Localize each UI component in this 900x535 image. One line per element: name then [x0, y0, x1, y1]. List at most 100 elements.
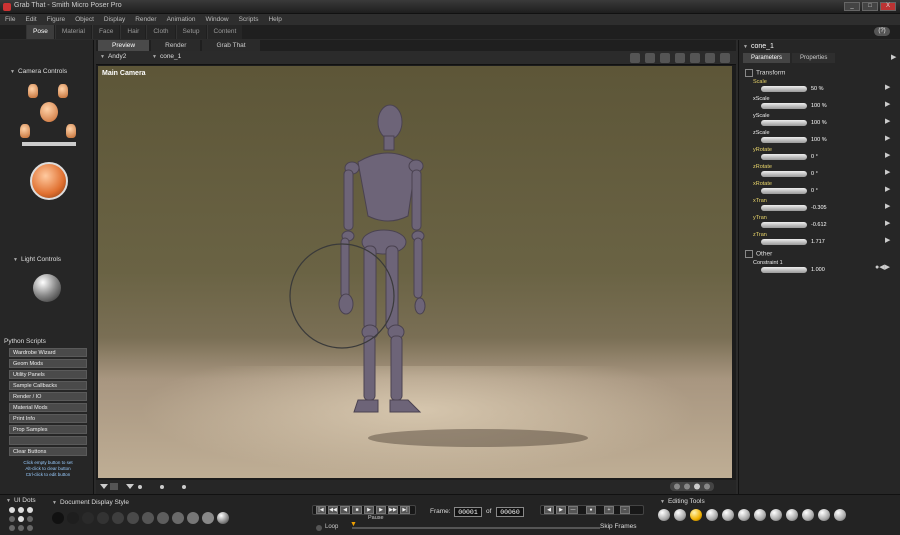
- param-menu-arrow-icon[interactable]: ▶: [885, 151, 890, 159]
- actor-select[interactable]: cone_1: [152, 53, 181, 60]
- tab-grab-that[interactable]: Grab That: [202, 40, 260, 51]
- ui-dots-grid[interactable]: [8, 506, 38, 532]
- current-frame-input[interactable]: 00001: [454, 507, 482, 517]
- display-style-texture-shaded-icon[interactable]: [202, 512, 214, 524]
- param-menu-arrow-icon[interactable]: ▶: [885, 236, 890, 244]
- param-dial[interactable]: [761, 120, 807, 126]
- grid-icon[interactable]: [705, 53, 715, 63]
- figure-select[interactable]: Andy2: [100, 53, 126, 60]
- param-dial[interactable]: [761, 205, 807, 211]
- scale-tool-icon[interactable]: [722, 509, 734, 521]
- camera-trackball-icon[interactable]: [30, 162, 68, 200]
- dot-icon[interactable]: [182, 485, 186, 489]
- camera-hand-icon[interactable]: [58, 84, 68, 98]
- menu-animation[interactable]: Animation: [167, 14, 196, 25]
- rotate-tool-icon[interactable]: [658, 509, 670, 521]
- tab-parameters[interactable]: Parameters: [743, 53, 791, 63]
- next-keyframe-button[interactable]: ▶: [556, 506, 566, 514]
- tab-hair[interactable]: Hair: [120, 25, 146, 39]
- param-menu-arrow-icon[interactable]: ▶: [885, 83, 890, 91]
- param-dial[interactable]: [761, 267, 807, 273]
- camera-controls-widget[interactable]: [18, 80, 78, 212]
- view-magnifier-tool-icon[interactable]: [802, 509, 814, 521]
- wireframe-icon[interactable]: [690, 53, 700, 63]
- menu-edit[interactable]: Edit: [25, 14, 36, 25]
- next-key-button[interactable]: ▶▶: [388, 506, 398, 514]
- menu-figure[interactable]: Figure: [47, 14, 65, 25]
- previous-key-button[interactable]: ◀◀: [328, 506, 338, 514]
- camera-left-hand-icon[interactable]: [20, 124, 30, 138]
- ui-dot-icon[interactable]: [18, 516, 24, 522]
- menu-file[interactable]: File: [5, 14, 15, 25]
- camera-hand-icon[interactable]: [28, 84, 38, 98]
- param-value[interactable]: -0.305: [811, 205, 827, 211]
- param-dial[interactable]: [761, 137, 807, 143]
- translate-in-out-tool-icon[interactable]: [706, 509, 718, 521]
- menu-object[interactable]: Object: [75, 14, 94, 25]
- param-value[interactable]: 1.000: [811, 267, 825, 273]
- script-button-render-io[interactable]: Render / IO: [9, 392, 87, 401]
- param-dial[interactable]: [761, 188, 807, 194]
- view-dot-icon[interactable]: [674, 483, 680, 490]
- display-style-flat-shaded-icon[interactable]: [127, 512, 139, 524]
- maximize-button[interactable]: □: [862, 2, 878, 11]
- stop-button[interactable]: ■: [352, 506, 362, 514]
- tab-setup[interactable]: Setup: [175, 25, 206, 39]
- help-button[interactable]: (?): [874, 27, 890, 36]
- param-menu-arrow-icon[interactable]: ▶: [885, 185, 890, 193]
- edit-keyframes-button[interactable]: —: [568, 506, 578, 514]
- camera-right-hand-icon[interactable]: [66, 124, 76, 138]
- actor-title[interactable]: cone_1: [743, 43, 774, 50]
- shadow-icon[interactable]: [660, 53, 670, 63]
- constraint-link-icon[interactable]: ●◀▶: [875, 263, 890, 271]
- viewport-menu-icon[interactable]: [720, 53, 730, 63]
- translate-tool-icon[interactable]: [690, 509, 702, 521]
- param-dial[interactable]: [761, 86, 807, 92]
- param-menu-arrow-icon[interactable]: ▶: [885, 168, 890, 176]
- dropdown-icon[interactable]: [100, 484, 108, 489]
- dot-icon[interactable]: [160, 485, 164, 489]
- ui-dot-icon[interactable]: [27, 507, 33, 513]
- previous-frame-button[interactable]: ◀: [340, 506, 350, 514]
- script-button-callbacks[interactable]: Sample Callbacks: [9, 381, 87, 390]
- ui-dot-icon[interactable]: [9, 516, 15, 522]
- tab-preview[interactable]: Preview: [98, 40, 150, 51]
- ui-dot-icon[interactable]: [18, 507, 24, 513]
- lighting-icon[interactable]: [645, 53, 655, 63]
- go-to-start-button[interactable]: |◀: [316, 506, 326, 514]
- light-trackball-icon[interactable]: [33, 274, 61, 302]
- loop-toggle[interactable]: [316, 525, 322, 531]
- direct-manipulation-tool-icon[interactable]: [834, 509, 846, 521]
- view-dot-icon[interactable]: [704, 483, 710, 490]
- param-value[interactable]: 50 %: [811, 86, 824, 92]
- keyframe-key-icon[interactable]: ●: [586, 506, 596, 514]
- param-value[interactable]: 1.717: [811, 239, 825, 245]
- script-button-prop-samples[interactable]: Prop Samples: [9, 425, 87, 434]
- timeline-track[interactable]: [352, 527, 600, 529]
- display-style-hidden-line-icon[interactable]: [97, 512, 109, 524]
- script-button-material[interactable]: Material Mods: [9, 403, 87, 412]
- param-value[interactable]: 100 %: [811, 120, 827, 126]
- param-value[interactable]: 0 °: [811, 154, 818, 160]
- param-value[interactable]: 100 %: [811, 103, 827, 109]
- display-style-shaded-lined-icon[interactable]: [172, 512, 184, 524]
- skip-frames-label[interactable]: Skip Frames: [600, 523, 636, 530]
- panel-menu-arrow-icon[interactable]: ▶: [891, 53, 896, 61]
- transform-group[interactable]: Transform: [745, 69, 785, 77]
- tab-face[interactable]: Face: [91, 25, 120, 39]
- display-style-cartoon-icon[interactable]: [157, 512, 169, 524]
- add-keyframe-button[interactable]: +: [604, 506, 614, 514]
- param-value[interactable]: -0.612: [811, 222, 827, 228]
- param-value[interactable]: 100 %: [811, 137, 827, 143]
- camera-controls-title[interactable]: Camera Controls: [10, 68, 67, 75]
- other-group[interactable]: Other: [745, 250, 772, 258]
- texture-icon[interactable]: [675, 53, 685, 63]
- display-style-preview-icon[interactable]: [217, 512, 229, 524]
- ui-dot-icon[interactable]: [27, 516, 33, 522]
- param-menu-arrow-icon[interactable]: ▶: [885, 117, 890, 125]
- ui-dot-icon[interactable]: [9, 525, 15, 531]
- chain-break-tool-icon[interactable]: [754, 509, 766, 521]
- menu-help[interactable]: Help: [268, 14, 281, 25]
- menu-window[interactable]: Window: [205, 14, 228, 25]
- mannequin-figure[interactable]: [338, 104, 426, 413]
